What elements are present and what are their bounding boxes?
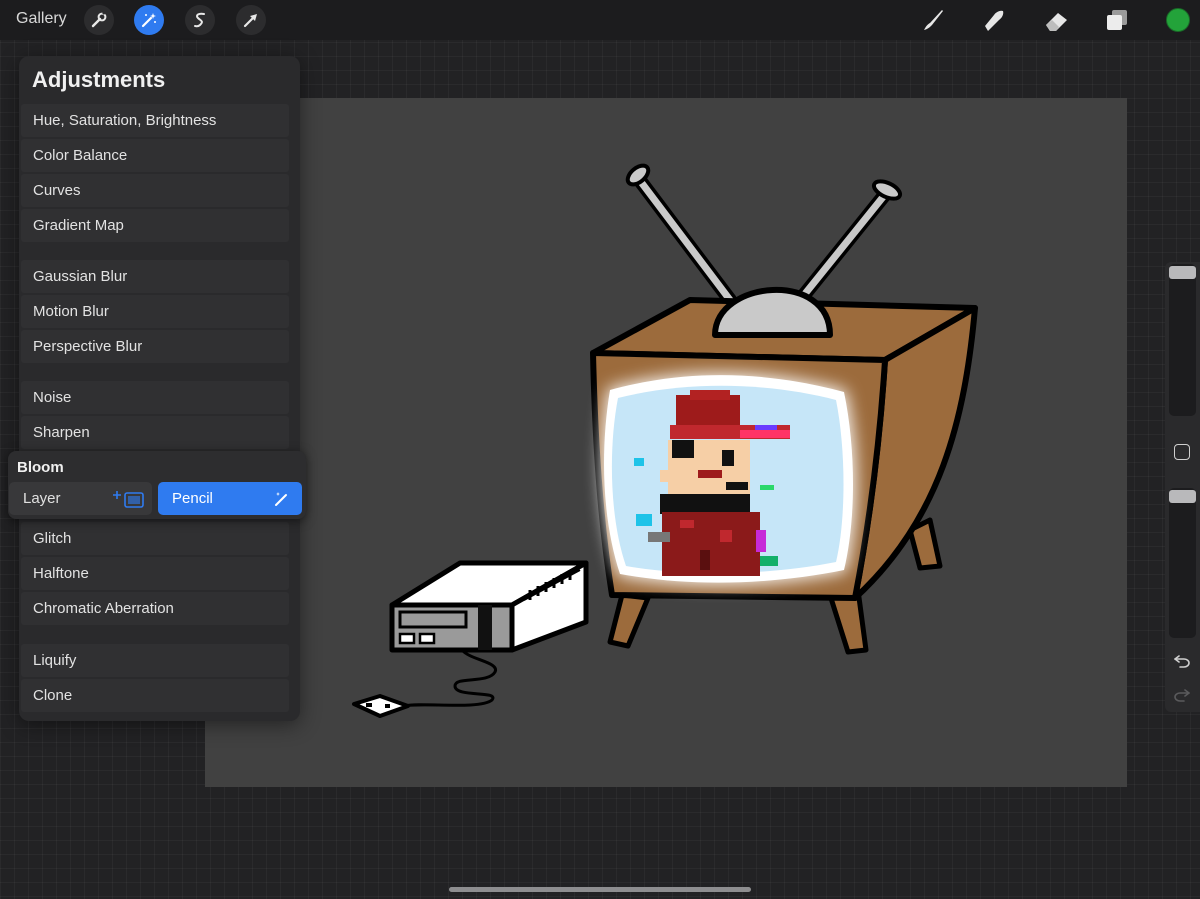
brush-size-slider[interactable] [1169, 264, 1196, 416]
adjustment-halftone[interactable]: Halftone [21, 557, 289, 590]
adjustment-perspective-blur[interactable]: Perspective Blur [21, 330, 289, 363]
bloom-layer-option[interactable]: Layer [9, 482, 152, 515]
layer-option-label: Layer [23, 490, 61, 507]
redo-button[interactable] [1171, 684, 1193, 706]
brush-size-thumb[interactable] [1169, 266, 1196, 279]
layer-add-icon [113, 491, 144, 508]
undo-icon [1174, 655, 1190, 668]
adjustment-noise[interactable]: Noise [21, 381, 289, 414]
opacity-slider[interactable] [1169, 488, 1196, 638]
bloom-pencil-option[interactable]: Pencil [158, 482, 302, 515]
pencil-option-label: Pencil [172, 490, 213, 507]
adjustment-clone[interactable]: Clone [21, 679, 289, 712]
adjustment-sharpen[interactable]: Sharpen [21, 416, 289, 449]
panel-title: Adjustments [32, 67, 166, 92]
adjustment-color-balance[interactable]: Color Balance [21, 139, 289, 172]
opacity-thumb[interactable] [1169, 490, 1196, 503]
adjustment-hue-saturation-brightness[interactable]: Hue, Saturation, Brightness [21, 104, 289, 137]
game-console [352, 560, 589, 718]
adjustment-glitch[interactable]: Glitch [21, 522, 289, 555]
adjustment-chromatic-aberration[interactable]: Chromatic Aberration [21, 592, 289, 625]
pencil-sparkle-icon [275, 492, 287, 506]
bloom-title: Bloom [17, 459, 64, 476]
adjustment-gradient-map[interactable]: Gradient Map [21, 209, 289, 242]
undo-button[interactable] [1171, 650, 1193, 672]
adjustment-gaussian-blur[interactable]: Gaussian Blur [21, 260, 289, 293]
home-indicator [449, 887, 751, 892]
modify-button[interactable] [1174, 444, 1190, 460]
adjustment-liquify[interactable]: Liquify [21, 644, 289, 677]
tv-antenna [625, 163, 903, 307]
adjustment-curves[interactable]: Curves [21, 174, 289, 207]
adjustment-motion-blur[interactable]: Motion Blur [21, 295, 289, 328]
redo-icon [1174, 689, 1190, 702]
